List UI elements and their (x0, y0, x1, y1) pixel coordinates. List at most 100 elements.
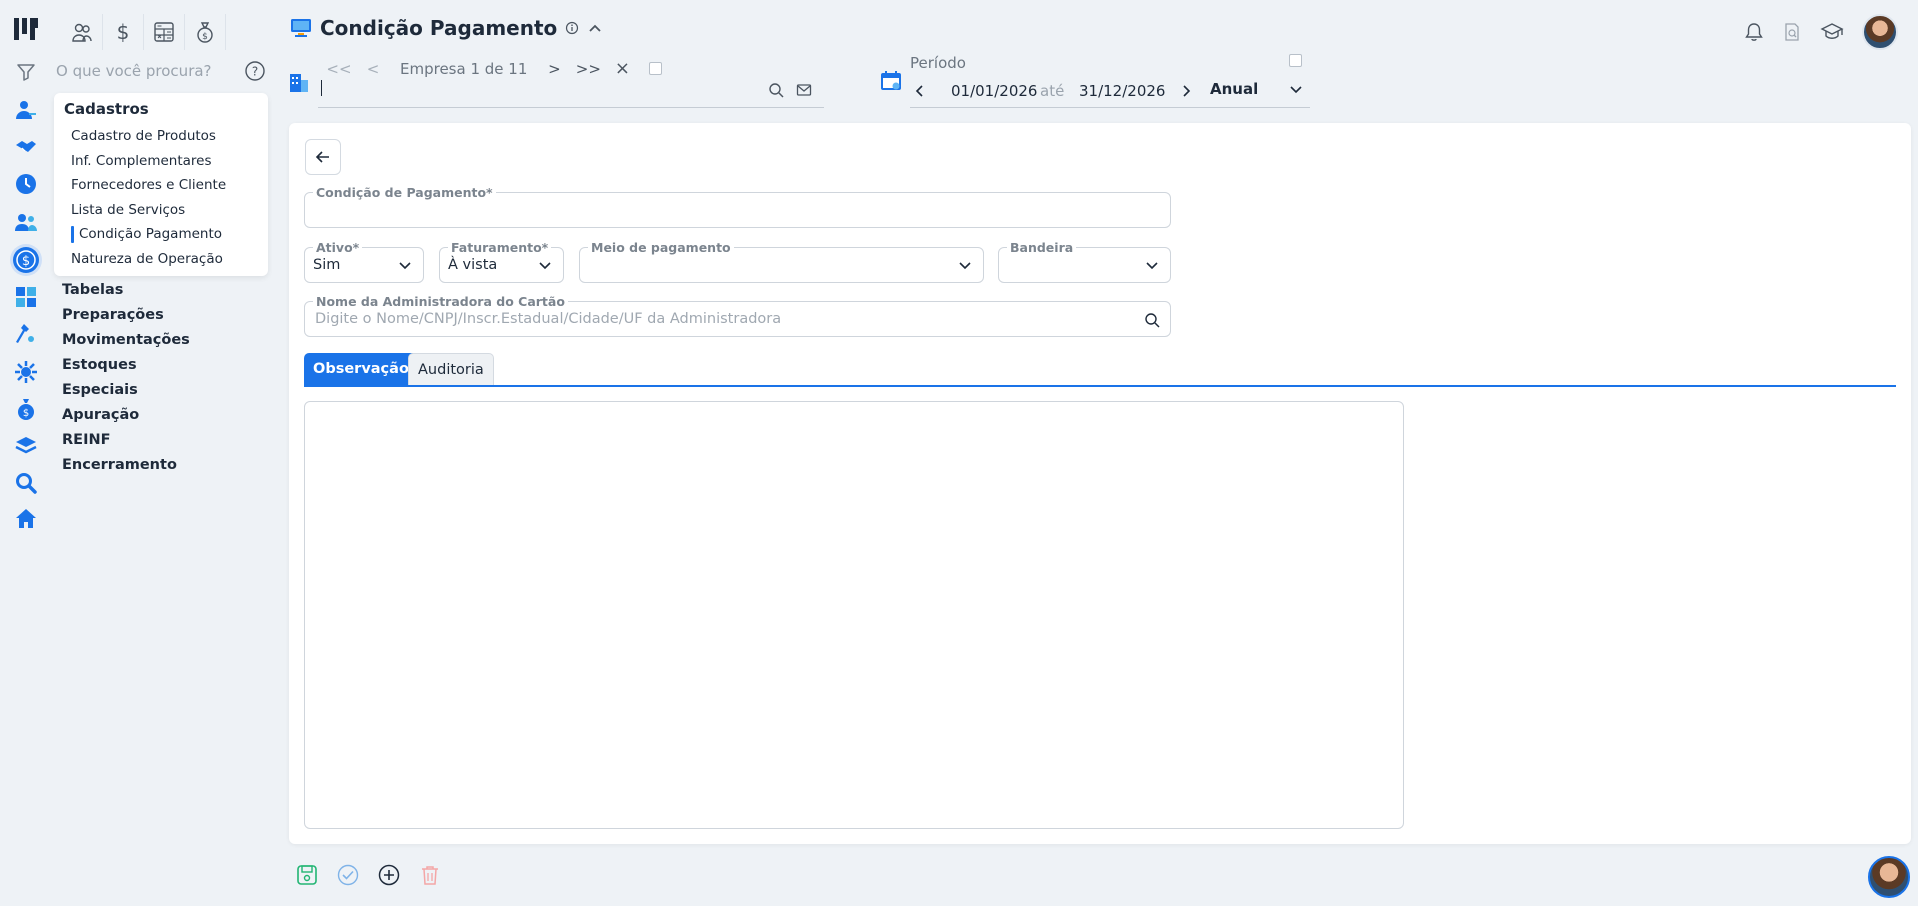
submenu-title: Cadastros (64, 100, 149, 118)
money-bag-icon[interactable]: $ (185, 14, 226, 50)
tab-observacao[interactable]: Observação (304, 353, 418, 385)
home-icon[interactable] (13, 506, 39, 532)
info-icon[interactable] (565, 21, 579, 35)
bandeira-label: Bandeira (1007, 240, 1077, 255)
menu-group-tabelas[interactable]: Tabelas (62, 280, 190, 305)
faturamento-select[interactable]: Faturamento* À vista (439, 240, 564, 283)
monitor-icon (291, 19, 311, 37)
user-avatar[interactable] (1862, 14, 1898, 50)
bottom-actions (296, 864, 441, 886)
user-register-icon[interactable] (13, 97, 39, 123)
chevron-down-icon (1146, 262, 1158, 270)
arrow-left-icon (315, 151, 329, 163)
svg-text:?: ? (252, 65, 258, 79)
menu-group-reinf[interactable]: REINF (62, 430, 190, 455)
faturamento-label: Faturamento* (448, 240, 552, 255)
module-bar: $ $ (62, 14, 226, 50)
ativo-value: Sim (313, 257, 341, 273)
next-period-icon[interactable] (1179, 84, 1193, 98)
gear-network-icon[interactable] (13, 359, 39, 385)
add-icon[interactable] (378, 864, 400, 886)
magnifier-icon[interactable] (13, 470, 39, 496)
condicao-pagamento-field[interactable]: Condição de Pagamento* (304, 185, 1171, 228)
svg-text:$: $ (22, 254, 30, 269)
menu-group-movimentacoes[interactable]: Movimentações (62, 330, 190, 355)
ativo-select[interactable]: Ativo* Sim (304, 240, 424, 283)
condicao-pagamento-label: Condição de Pagamento* (313, 185, 496, 200)
document-search-icon[interactable] (1782, 22, 1802, 42)
period-mode[interactable]: Anual (1210, 80, 1258, 98)
confirm-icon[interactable] (337, 864, 359, 886)
search-icon[interactable] (1144, 312, 1160, 328)
calendar-icon[interactable] (880, 70, 902, 92)
menu-group-encerramento[interactable]: Encerramento (62, 455, 190, 480)
users-icon[interactable] (62, 14, 103, 50)
people-icon[interactable] (13, 209, 39, 235)
company-underline (318, 107, 824, 108)
menu-search: ? (56, 58, 266, 84)
period-separator: até (1040, 82, 1065, 100)
submenu-item-natureza-operacao[interactable]: Natureza de Operação (71, 251, 223, 267)
chevron-down-icon[interactable] (1288, 82, 1304, 98)
search-input[interactable] (56, 62, 226, 80)
period-underline (910, 107, 1310, 108)
dollar-icon[interactable]: $ (103, 14, 144, 50)
submenu-item-condicao-pagamento[interactable]: Condição Pagamento (70, 226, 222, 243)
page-header: Condição Pagamento (290, 16, 603, 40)
clock-icon[interactable] (13, 171, 39, 197)
svg-text:$: $ (117, 21, 130, 43)
company-selector (288, 72, 824, 108)
period-selector: 01/01/2026 até 31/12/2026 Anual (880, 71, 1310, 108)
cadastros-submenu: Cadastros Cadastro de Produtos Inf. Comp… (54, 93, 268, 276)
meio-pagamento-label: Meio de pagamento (588, 240, 734, 255)
submenu-item-cadastro-produtos[interactable]: Cadastro de Produtos (71, 128, 216, 144)
app-logo[interactable] (12, 16, 40, 42)
layers-icon[interactable] (13, 433, 39, 459)
bandeira-select[interactable]: Bandeira (998, 240, 1171, 283)
tab-auditoria[interactable]: Auditoria (408, 353, 494, 385)
menu-group-estoques[interactable]: Estoques (62, 355, 190, 380)
period-label: Período (910, 54, 966, 72)
submenu-item-inf-complementares[interactable]: Inf. Complementares (71, 153, 212, 169)
meio-pagamento-select[interactable]: Meio de pagamento (579, 240, 984, 283)
handshake-icon[interactable] (13, 134, 39, 160)
filter-icon[interactable] (16, 62, 36, 82)
period-end[interactable]: 31/12/2026 (1079, 82, 1165, 100)
chevron-up-icon[interactable] (587, 20, 603, 36)
search-icon[interactable] (768, 82, 784, 98)
help-icon[interactable]: ? (244, 60, 266, 82)
period-checkbox[interactable] (1289, 54, 1302, 67)
menu-group-especiais[interactable]: Especiais (62, 380, 190, 405)
calculator-icon[interactable] (144, 14, 185, 50)
trash-icon[interactable] (419, 864, 441, 886)
faturamento-value: À vista (448, 257, 498, 273)
observacao-textarea[interactable] (304, 401, 1404, 829)
text-cursor (321, 80, 322, 96)
submenu-item-lista-servicos[interactable]: Lista de Serviços (71, 202, 185, 218)
menu-group-preparacoes[interactable]: Preparações (62, 305, 190, 330)
menu-group-apuracao[interactable]: Apuração (62, 405, 190, 430)
chevron-down-icon (959, 262, 971, 270)
dollar-circle-icon[interactable]: $ (13, 247, 39, 273)
submenu-item-fornecedores-cliente[interactable]: Fornecedores e Cliente (71, 177, 226, 193)
svg-text:$: $ (202, 32, 208, 42)
save-icon[interactable] (296, 864, 318, 886)
table-icon[interactable] (13, 284, 39, 310)
mail-icon[interactable] (796, 82, 812, 98)
main-card: Condição de Pagamento* Ativo* Sim Fatura… (289, 123, 1911, 844)
tool-icon[interactable] (13, 321, 39, 347)
bell-icon[interactable] (1744, 22, 1764, 42)
back-button[interactable] (305, 139, 341, 175)
assistant-avatar[interactable] (1868, 856, 1910, 898)
administradora-placeholder: Digite o Nome/CNPJ/Inscr.Estadual/Cidade… (315, 311, 782, 327)
administradora-field[interactable]: Nome da Administradora do Cartão Digite … (304, 294, 1171, 337)
administradora-label: Nome da Administradora do Cartão (313, 294, 568, 309)
prev-period-icon[interactable] (913, 84, 927, 98)
graduation-cap-icon[interactable] (1820, 21, 1844, 43)
money-bag-icon[interactable]: $ (13, 396, 39, 422)
page-title: Condição Pagamento (320, 16, 558, 40)
left-rail: $ $ (0, 0, 52, 906)
menu-groups: Tabelas Preparações Movimentações Estoqu… (62, 280, 190, 480)
svg-text:$: $ (23, 408, 29, 419)
period-start[interactable]: 01/01/2026 (951, 82, 1037, 100)
